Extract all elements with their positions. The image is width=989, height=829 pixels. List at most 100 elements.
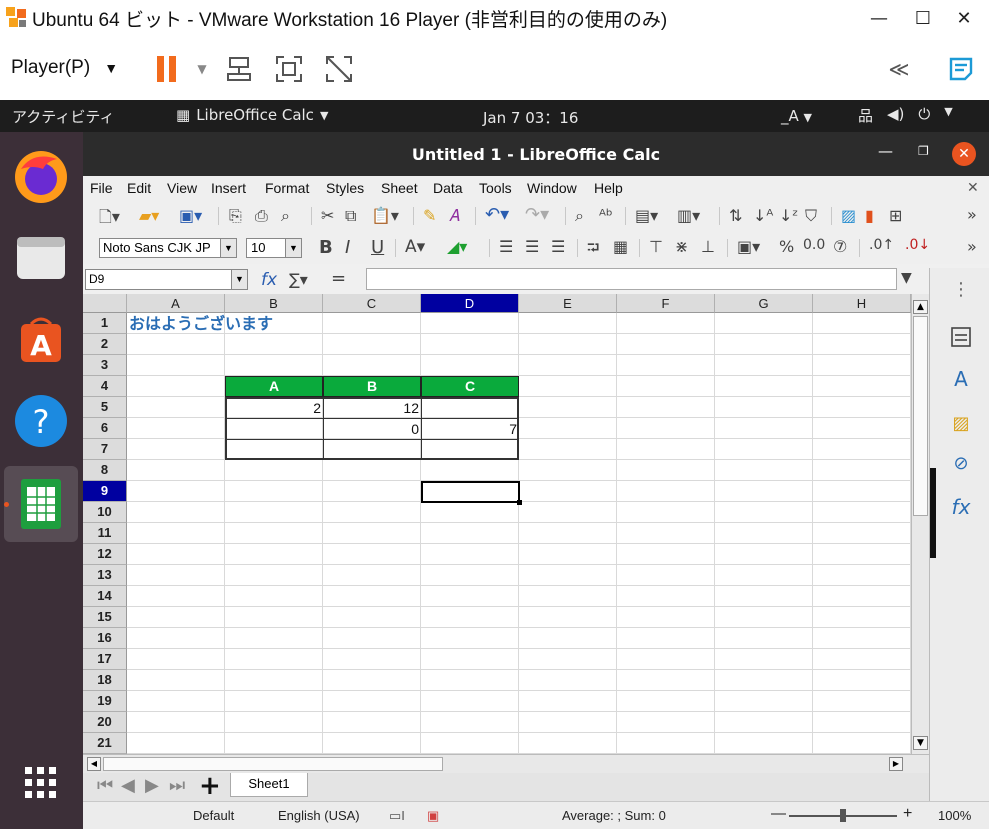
column-icon[interactable]: ▥▾ — [677, 206, 700, 225]
insert-chart-icon[interactable]: ▮ — [865, 206, 874, 225]
row-header[interactable]: 2 — [83, 334, 127, 355]
page-style[interactable]: Default — [193, 808, 234, 823]
maximize-button[interactable]: ☐ — [901, 0, 945, 36]
print-icon[interactable]: ⎙ — [255, 206, 268, 226]
table-header-cell[interactable]: A — [225, 376, 323, 397]
spelling-icon[interactable]: ᴬᵇ — [599, 206, 613, 225]
active-cell-cursor[interactable] — [421, 481, 520, 503]
pivot-table-icon[interactable]: ⊞ — [889, 206, 902, 225]
scroll-down-icon[interactable]: ▼ — [913, 736, 928, 750]
align-left-icon[interactable]: ☰ — [499, 237, 513, 256]
column-header[interactable]: H — [813, 294, 911, 313]
next-sheet-icon[interactable]: ▶ — [145, 775, 159, 796]
selection-mode-icon[interactable]: ▭I — [389, 808, 405, 824]
menu-edit[interactable]: Edit — [127, 180, 151, 196]
properties-icon[interactable] — [948, 324, 974, 350]
cell-c5[interactable]: 12 — [323, 400, 419, 416]
cell-d6[interactable]: 7 — [421, 421, 517, 437]
close-document-icon[interactable]: ✕ — [967, 179, 979, 196]
previous-sheet-icon[interactable]: ◀ — [121, 775, 135, 796]
scroll-left-icon[interactable]: ◀ — [87, 757, 101, 771]
row-header[interactable]: 8 — [83, 460, 127, 481]
toolbar-overflow-icon[interactable]: » — [967, 237, 977, 256]
number-format-icon[interactable]: 0.0 — [803, 237, 825, 253]
menu-view[interactable]: View — [167, 180, 197, 196]
toolbar-overflow-icon[interactable]: » — [967, 205, 977, 224]
align-top-icon[interactable]: ⊤ — [649, 237, 663, 256]
column-header-selected[interactable]: D — [421, 294, 519, 313]
sidebar-collapse-handle[interactable] — [930, 468, 936, 558]
row-header[interactable]: 7 — [83, 439, 127, 460]
row-header[interactable]: 21 — [83, 733, 127, 754]
menu-help[interactable]: Help — [594, 180, 623, 196]
input-method-indicator[interactable]: _A ▼ — [781, 107, 812, 125]
column-header[interactable]: G — [715, 294, 813, 313]
clone-formatting-icon[interactable]: ✎ — [423, 206, 436, 225]
sort-descending-icon[interactable]: ↓ᶻ — [779, 206, 798, 225]
row-header[interactable]: 14 — [83, 586, 127, 607]
clock[interactable]: Jan 7 03：16 — [483, 107, 578, 128]
underline-icon[interactable]: U — [371, 237, 384, 258]
sidebar-menu-icon[interactable]: ⋮ — [948, 276, 974, 302]
fullscreen-icon[interactable] — [272, 52, 306, 86]
pause-icon[interactable] — [150, 52, 184, 86]
sheet-tab[interactable]: Sheet1 — [230, 773, 308, 797]
find-replace-icon[interactable]: ⌕ — [575, 206, 584, 226]
pause-dropdown-icon[interactable]: ▼ — [185, 52, 219, 86]
scroll-thumb[interactable] — [103, 757, 443, 771]
gallery-icon[interactable]: ▨ — [948, 410, 974, 436]
cell-b5[interactable]: 2 — [225, 400, 321, 416]
currency-format-icon[interactable]: ▣▾ — [737, 237, 760, 256]
last-sheet-icon[interactable]: ⏭ — [169, 775, 185, 796]
row-header[interactable]: 6 — [83, 418, 127, 439]
align-center-icon[interactable]: ☰ — [525, 237, 539, 256]
row-header[interactable]: 13 — [83, 565, 127, 586]
table-header-cell[interactable]: B — [323, 376, 421, 397]
autofilter-icon[interactable]: ⛉ — [805, 206, 817, 226]
align-middle-icon[interactable]: ⋇ — [675, 237, 688, 256]
wrap-text-icon[interactable]: ⮒ — [587, 237, 599, 264]
software-store-icon[interactable]: A — [10, 308, 72, 370]
formula-icon[interactable]: = — [331, 268, 346, 289]
table-header-cell[interactable]: C — [421, 376, 519, 397]
clear-formatting-icon[interactable]: 𝐴 — [449, 206, 460, 226]
row-icon[interactable]: ▤▾ — [635, 206, 658, 225]
send-ctrl-alt-del-icon[interactable] — [222, 52, 256, 86]
row-header[interactable]: 10 — [83, 502, 127, 523]
row-header[interactable]: 16 — [83, 628, 127, 649]
cell-c6[interactable]: 0 — [323, 421, 419, 437]
system-tray[interactable]: 品 ◀) ⏻ ▼ — [858, 105, 953, 126]
open-icon[interactable]: ▰▾ — [139, 206, 159, 225]
sort-ascending-icon[interactable]: ↓ᴬ — [753, 206, 773, 225]
scroll-up-icon[interactable]: ▲ — [913, 300, 928, 314]
redo-icon[interactable]: ↷▾ — [525, 204, 549, 225]
zoom-in-icon[interactable]: + — [903, 805, 912, 823]
row-header[interactable]: 15 — [83, 607, 127, 628]
player-menu-button[interactable]: Player(P) ▼ — [11, 57, 118, 79]
italic-icon[interactable]: I — [345, 237, 350, 258]
firefox-icon[interactable] — [10, 146, 72, 208]
merge-cells-icon[interactable]: ▦ — [613, 237, 628, 256]
column-header[interactable]: C — [323, 294, 421, 313]
add-sheet-icon[interactable]: + — [199, 771, 221, 801]
row-header[interactable]: 3 — [83, 355, 127, 376]
percent-format-icon[interactable]: % — [779, 237, 794, 256]
activities-button[interactable]: アクティビティ — [12, 106, 114, 127]
row-header[interactable]: 5 — [83, 397, 127, 418]
print-preview-icon[interactable]: ⌕ — [281, 206, 290, 226]
sum-icon[interactable]: ∑▾ — [289, 270, 308, 289]
function-wizard-icon[interactable]: fx — [261, 270, 277, 290]
save-icon[interactable]: ▣▾ — [179, 206, 202, 225]
unity-icon[interactable] — [322, 52, 356, 86]
row-header[interactable]: 11 — [83, 523, 127, 544]
row-header[interactable]: 4 — [83, 376, 127, 397]
zoom-level[interactable]: 100% — [938, 808, 971, 823]
zoom-out-icon[interactable]: — — [771, 805, 786, 822]
formula-input[interactable] — [366, 268, 897, 290]
row-header[interactable]: 17 — [83, 649, 127, 670]
navigator-icon[interactable]: ⊘ — [948, 450, 974, 476]
scroll-thumb[interactable] — [913, 316, 928, 516]
calc-close-button[interactable]: ✕ — [952, 142, 976, 166]
app-menu-button[interactable]: ▦ LibreOffice Calc ▼ — [176, 106, 328, 124]
language[interactable]: English (USA) — [278, 808, 360, 823]
